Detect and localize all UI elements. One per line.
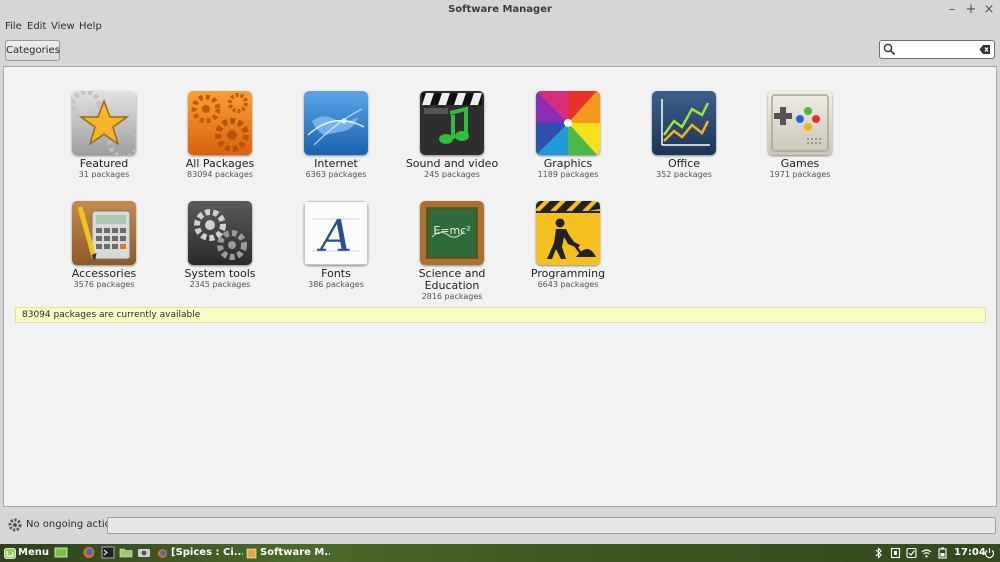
title-bar: Software Manager – + × <box>0 0 1000 20</box>
taskbar-window-label: Software M... <box>260 547 330 558</box>
taskbar-window-label: [Spices : Ci... <box>171 547 243 558</box>
gears-icon <box>188 91 252 155</box>
mint-logo-icon <box>4 548 16 559</box>
maximize-button[interactable]: + <box>962 1 980 19</box>
menu-help[interactable]: Help <box>79 21 102 32</box>
search-box <box>879 40 995 59</box>
battery-icon[interactable] <box>937 547 948 559</box>
globe-icon <box>304 91 368 155</box>
status-bar: No ongoing actions <box>0 512 1000 540</box>
packages-available-infobar: 83094 packages are currently available <box>15 307 986 323</box>
screenshot-icon[interactable] <box>137 546 151 559</box>
category-name: Featured <box>79 157 129 170</box>
chart-icon <box>652 91 716 155</box>
folder-icon[interactable] <box>119 546 133 559</box>
category-grid: Featured 31 packages All Packages 83094 … <box>3 66 997 507</box>
taskbar-window-software-manager[interactable]: Software M... <box>244 545 330 561</box>
svg-text:A: A <box>316 211 352 262</box>
font-icon: A <box>304 201 368 265</box>
menu-view[interactable]: View <box>51 21 75 32</box>
category-count: 3576 packages <box>73 280 135 289</box>
category-count: 31 packages <box>78 170 130 179</box>
category-games[interactable]: Games 1971 packages <box>752 91 848 180</box>
category-graphics[interactable]: Graphics 1189 packages <box>520 91 616 180</box>
clipboard-icon[interactable] <box>890 547 901 559</box>
terminal-icon[interactable] <box>101 546 115 559</box>
menu-file[interactable]: File <box>5 21 22 32</box>
wifi-icon[interactable] <box>921 547 932 559</box>
category-fonts[interactable]: A Fonts 386 packages <box>288 201 384 290</box>
category-count: 245 packages <box>424 170 480 179</box>
category-count: 83094 packages <box>187 170 253 179</box>
gamepad-icon <box>768 91 832 155</box>
bluetooth-icon[interactable] <box>873 547 884 559</box>
category-programming[interactable]: Programming 6643 packages <box>520 201 616 290</box>
taskbar: Menu [Spices : Ci... Software M... 17:04 <box>0 544 1000 562</box>
taskbar-window-spices[interactable]: [Spices : Ci... <box>155 545 243 561</box>
category-name: Accessories <box>71 267 137 280</box>
show-desktop-icon[interactable] <box>54 546 68 559</box>
construction-icon <box>536 201 600 265</box>
category-featured[interactable]: Featured 31 packages <box>56 91 152 180</box>
start-menu-label: Menu <box>18 547 49 558</box>
software-manager-window: Software Manager – + × File Edit View He… <box>0 0 1000 544</box>
progress-bar <box>107 517 996 534</box>
category-name: Graphics <box>543 157 593 170</box>
category-count: 386 packages <box>308 280 364 289</box>
music-clapper-icon <box>420 91 484 155</box>
category-science-and-education[interactable]: E=mc² Science and Education 2816 package… <box>404 201 500 302</box>
category-count: 6643 packages <box>537 280 599 289</box>
category-name: Sound and video <box>405 157 499 170</box>
close-button[interactable]: × <box>980 1 998 19</box>
window-title: Software Manager <box>448 4 552 15</box>
category-name: Internet <box>314 157 358 170</box>
firefox-icon[interactable] <box>82 546 96 559</box>
color-wheel-icon <box>536 91 600 155</box>
category-sound-and-video[interactable]: Sound and video 245 packages <box>404 91 500 180</box>
minimize-button[interactable]: – <box>943 1 961 19</box>
category-name: Games <box>780 157 820 170</box>
gear-icon <box>8 518 22 532</box>
clear-search-icon[interactable] <box>979 44 991 55</box>
category-count: 352 packages <box>656 170 712 179</box>
clock[interactable]: 17:04 <box>954 545 986 561</box>
chalkboard-icon: E=mc² <box>420 201 484 265</box>
categories-button[interactable]: Categories <box>5 40 60 61</box>
menu-edit[interactable]: Edit <box>27 21 46 32</box>
category-name: Science and Education <box>418 267 486 292</box>
category-count: 6363 packages <box>305 170 367 179</box>
category-name: System tools <box>184 267 256 280</box>
category-office[interactable]: Office 352 packages <box>636 91 732 180</box>
search-icon <box>883 43 896 56</box>
category-name: All Packages <box>185 157 255 170</box>
firefox-icon <box>158 549 167 558</box>
start-menu-button[interactable]: Menu <box>2 545 49 561</box>
category-accessories[interactable]: Accessories 3576 packages <box>56 201 152 290</box>
star-icon <box>72 91 136 155</box>
category-name: Fonts <box>321 267 351 280</box>
category-count: 2345 packages <box>189 280 251 289</box>
calculator-icon <box>72 201 136 265</box>
toolbar: Categories <box>0 37 1000 64</box>
category-internet[interactable]: Internet 6363 packages <box>288 91 384 180</box>
svg-text:E=mc²: E=mc² <box>433 224 470 237</box>
category-count: 1971 packages <box>769 170 831 179</box>
software-manager-icon <box>246 548 257 559</box>
power-icon[interactable] <box>984 547 995 559</box>
category-count: 2816 packages <box>421 292 483 301</box>
search-input[interactable] <box>898 42 976 57</box>
category-all-packages[interactable]: All Packages 83094 packages <box>172 91 268 180</box>
category-system-tools[interactable]: System tools 2345 packages <box>172 201 268 290</box>
category-count: 1189 packages <box>537 170 599 179</box>
category-name: Office <box>667 157 701 170</box>
menu-bar: File Edit View Help <box>0 20 1000 36</box>
system-gears-icon <box>188 201 252 265</box>
category-name: Programming <box>530 267 606 280</box>
update-manager-icon[interactable] <box>906 547 917 559</box>
